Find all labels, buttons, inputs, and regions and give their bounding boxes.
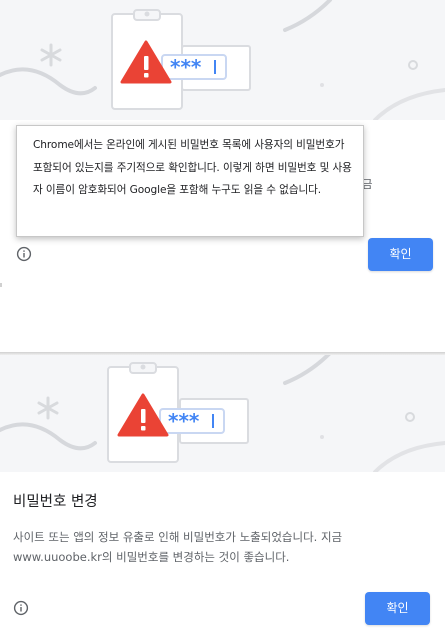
confirm-button[interactable]: 확인 [365, 592, 430, 625]
svg-text:***: *** [170, 55, 202, 79]
window-edge [0, 283, 2, 287]
dialog-title: 비밀번호 변경 [13, 494, 98, 510]
hero-illustration: *** [0, 355, 445, 472]
hero-illustration: *** [0, 0, 445, 120]
svg-text:***: *** [168, 409, 200, 433]
confirm-button[interactable]: 확인 [368, 238, 433, 271]
clipboard-warning-illustration: *** [0, 0, 445, 120]
info-icon[interactable] [16, 246, 32, 262]
password-warning-screen: *** . 지금 확인 Chrome에서는 온라인에 게시된 비밀번호 목록에 … [0, 0, 445, 629]
info-icon[interactable] [13, 600, 29, 616]
clipboard-warning-illustration: *** [0, 355, 445, 472]
info-tooltip: Chrome에서는 온라인에 게시된 비밀번호 목록에 사용자의 비밀번호가 포… [16, 125, 364, 237]
dialog-body: 사이트 또는 앱의 정보 유출로 인해 비밀번호가 노출되었습니다. 지금 ww… [13, 530, 343, 564]
